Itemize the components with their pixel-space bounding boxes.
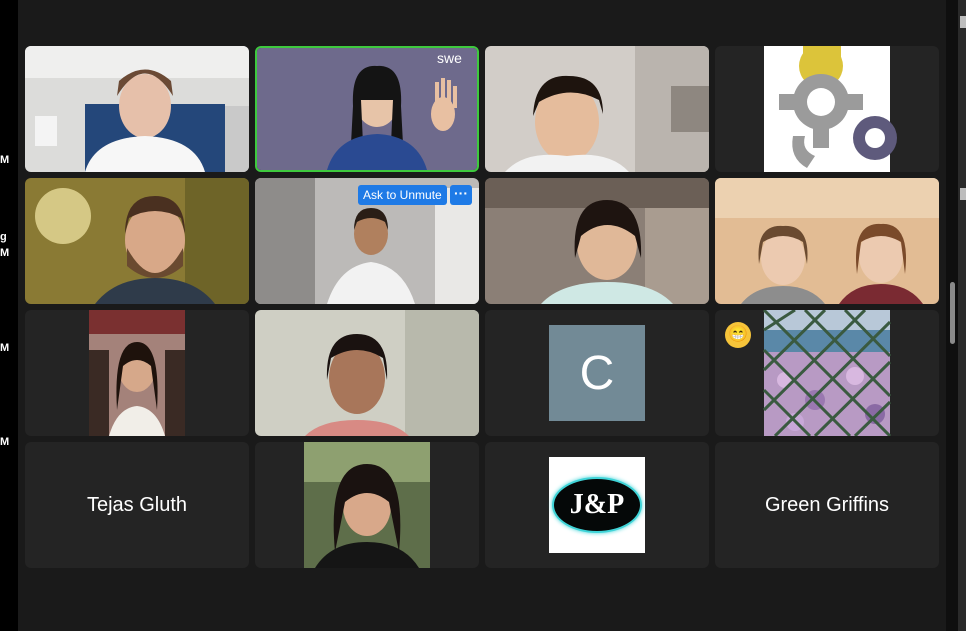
jp-logo-icon: J&P <box>549 457 645 553</box>
participant-video <box>89 310 185 436</box>
participant-tile[interactable]: Tejas Gluth <box>25 442 249 568</box>
participant-video <box>257 48 477 170</box>
chat-timestamp-fragment: M <box>0 436 10 448</box>
participant-tile[interactable]: C <box>485 310 709 436</box>
gears-logo-icon <box>764 46 897 172</box>
panel-element-fragment <box>960 188 966 200</box>
participant-tile[interactable] <box>25 178 249 304</box>
ask-to-unmute-button[interactable]: Ask to Unmute <box>358 185 447 205</box>
participant-video <box>485 46 709 172</box>
participant-tile[interactable] <box>485 46 709 172</box>
participant-tile[interactable] <box>255 442 479 568</box>
panel-element-fragment <box>960 16 966 28</box>
chat-text-fragment: g <box>0 231 7 243</box>
participant-video <box>255 310 479 436</box>
swe-logo: swe <box>437 50 462 66</box>
participant-video <box>25 46 249 172</box>
chat-panel-edge: M g M M M <box>0 0 18 631</box>
chat-timestamp-fragment: M <box>0 342 10 354</box>
participant-tile[interactable] <box>25 310 249 436</box>
more-options-button[interactable]: ··· <box>450 185 472 205</box>
avatar: C <box>549 325 645 421</box>
scrollbar-thumb[interactable] <box>950 282 955 344</box>
participant-tile[interactable] <box>485 178 709 304</box>
chat-timestamp-fragment: M <box>0 247 10 259</box>
chat-timestamp-fragment: M <box>0 154 10 166</box>
participant-tile[interactable]: Green Griffins <box>715 442 939 568</box>
participant-tile[interactable]: J&P <box>485 442 709 568</box>
participant-video <box>25 178 249 304</box>
participant-tile[interactable] <box>25 46 249 172</box>
participant-tile[interactable] <box>715 46 939 172</box>
participant-tile-active-speaker[interactable]: swe <box>255 46 479 172</box>
participant-tile[interactable]: 😁 <box>715 310 939 436</box>
participant-tile[interactable] <box>255 310 479 436</box>
reaction-emoji: 😁 <box>725 322 751 348</box>
participant-tile[interactable] <box>715 178 939 304</box>
participant-tile[interactable]: Ask to Unmute ··· <box>255 178 479 304</box>
gallery-view: swe Ask to Unmute ··· C 😁 Tejas Gluth J&… <box>18 0 946 631</box>
participant-name: Tejas Gluth <box>86 493 188 516</box>
avatar-initial: C <box>579 346 615 400</box>
jp-logo-text: J&P <box>569 489 625 520</box>
participant-photo <box>304 442 430 568</box>
side-panel-edge <box>946 0 966 631</box>
participant-video <box>485 178 709 304</box>
participant-video <box>715 178 939 304</box>
participant-name: Green Griffins <box>764 493 890 516</box>
